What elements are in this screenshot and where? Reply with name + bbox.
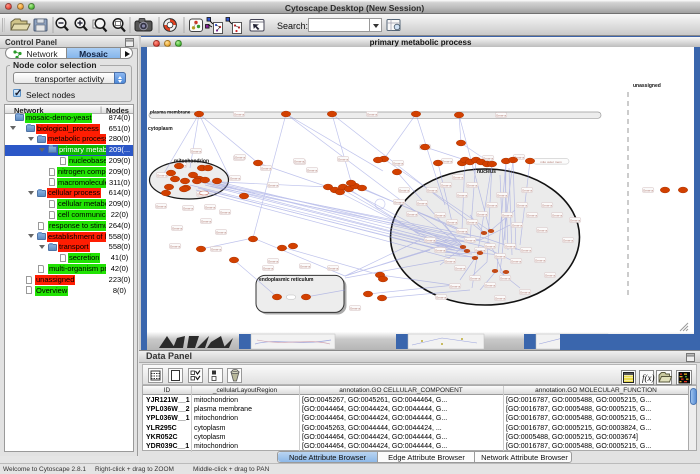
svg-text:Gene-a: Gene-a [457,229,468,233]
svg-text:Gene-a: Gene-a [521,248,532,252]
svg-text:Gene-a: Gene-a [441,183,452,187]
svg-text:Gene-a: Gene-a [537,228,548,232]
svg-text:Gene-a: Gene-a [535,258,546,262]
svg-text:Gene-a: Gene-a [263,266,274,270]
svg-text:Gene-a: Gene-a [156,204,167,208]
svg-text:cytoplasm: cytoplasm [148,126,173,132]
svg-text:Gene-a: Gene-a [500,276,511,280]
svg-text:Gene-a: Gene-a [157,173,168,177]
svg-text:Gene-a: Gene-a [497,193,508,197]
svg-text:Gene-a: Gene-a [485,283,496,287]
svg-text:Gene-a: Gene-a [511,259,522,263]
svg-text:Gene-a: Gene-a [393,161,404,165]
svg-text:unassigned: unassigned [633,83,661,89]
svg-text:Gene-a: Gene-a [205,205,216,209]
svg-text:Gene-a: Gene-a [220,210,231,214]
svg-text:Gene-a: Gene-a [427,188,438,192]
svg-text:Gene-a: Gene-a [487,203,498,207]
svg-text:Gene-a: Gene-a [170,244,181,248]
svg-text:Gene-a: Gene-a [527,213,538,217]
svg-text:Gene-a: Gene-a [542,203,553,207]
svg-text:endoplasmic reticulum: endoplasmic reticulum [259,277,314,283]
svg-text:Gene-a: Gene-a [643,188,654,192]
svg-text:Gene-a: Gene-a [191,149,202,153]
svg-text:Gene-a: Gene-a [496,113,507,117]
svg-text:Gene-a: Gene-a [563,238,574,242]
svg-text:Gene-a: Gene-a [216,230,227,234]
svg-text:Gene-a: Gene-a [235,155,246,159]
svg-text:Gene-a: Gene-a [300,264,311,268]
svg-text:Gene-a: Gene-a [268,259,279,263]
svg-text:Gene-a: Gene-a [435,248,446,252]
svg-text:Gene-a: Gene-a [552,213,563,217]
svg-text:Gene-a: Gene-a [367,112,378,116]
svg-text:Gene-a: Gene-a [183,206,194,210]
svg-text:Gene-a: Gene-a [294,159,305,163]
svg-text:Gene-a: Gene-a [230,176,241,180]
svg-text:Gene-a: Gene-a [211,247,222,251]
svg-text:Gene-a: Gene-a [436,295,447,299]
svg-text:Gene-a: Gene-a [453,175,464,179]
svg-text:Gene-a: Gene-a [470,276,481,280]
svg-text:Gene-a: Gene-a [172,226,183,230]
svg-text:Gene-a: Gene-a [485,244,496,248]
svg-text:Gene-a: Gene-a [407,212,418,216]
svg-text:Gene-a: Gene-a [495,296,506,300]
svg-text:Gene-a: Gene-a [234,112,245,116]
svg-text:Gene-a: Gene-a [522,188,533,192]
svg-text:Gene-a: Gene-a [520,290,531,294]
svg-text:Gene-a: Gene-a [447,220,458,224]
svg-text:f(x): f(x) [642,373,655,383]
svg-text:Gene-a: Gene-a [417,201,428,205]
svg-text:Gene-a: Gene-a [445,259,456,263]
svg-text:Gene-a: Gene-a [435,213,446,217]
svg-text:mito outer mem: mito outer mem [540,160,562,164]
svg-text:Gene-a: Gene-a [201,219,212,223]
svg-text:Gene-a: Gene-a [328,266,339,270]
svg-text:Gene-a: Gene-a [399,188,410,192]
svg-text:Gene-a: Gene-a [505,244,516,248]
svg-text:Gene-a: Gene-a [307,168,318,172]
svg-text:Gene-a: Gene-a [502,213,513,217]
svg-text:Gene-a: Gene-a [477,212,488,216]
svg-text:Gene-a: Gene-a [450,284,461,288]
svg-text:Gene-a: Gene-a [261,166,272,170]
svg-text:Gene-a: Gene-a [512,223,523,227]
svg-text:plasma membrane: plasma membrane [150,110,191,115]
svg-text:Gene-a: Gene-a [545,273,556,277]
svg-text:Gene-a: Gene-a [338,157,349,161]
svg-text:Gene-a: Gene-a [517,203,528,207]
svg-text:Gene-a: Gene-a [442,159,453,163]
svg-text:Gene-a: Gene-a [350,306,361,310]
svg-text:Gene-a: Gene-a [455,266,466,270]
svg-text:Gene-a: Gene-a [457,193,468,197]
svg-text:Gene-a: Gene-a [465,238,476,242]
svg-text:mitochondrion: mitochondrion [174,159,209,165]
svg-text:Gene-a: Gene-a [394,200,405,204]
svg-text:Gene-a: Gene-a [570,218,581,222]
svg-text:Gene-a: Gene-a [425,238,436,242]
svg-text:Gene-a: Gene-a [268,183,279,187]
svg-text:nucleus: nucleus [477,169,496,175]
svg-text:Gene-a: Gene-a [467,220,478,224]
svg-text:Gene-a: Gene-a [467,183,478,187]
svg-text:Gene-a: Gene-a [495,254,506,258]
